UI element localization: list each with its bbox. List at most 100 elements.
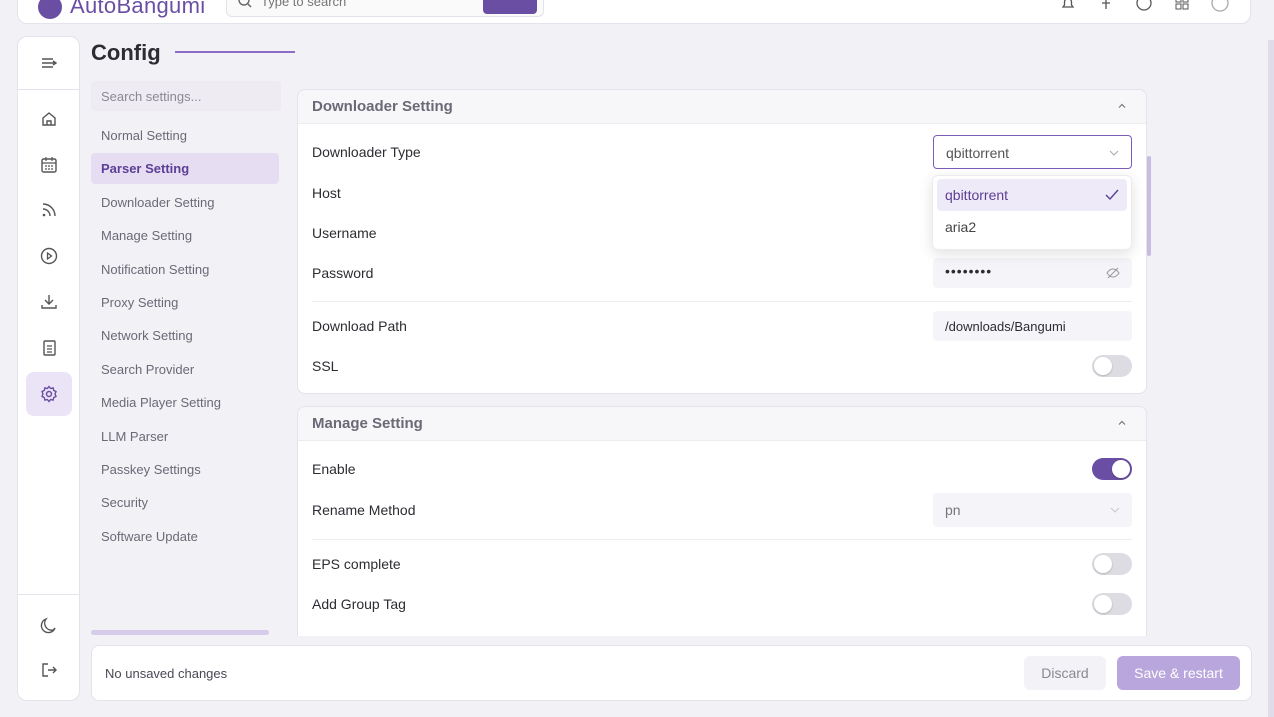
downloader-card-title: Downloader Setting bbox=[312, 98, 453, 115]
dropdown-option-qbittorrent[interactable]: qbittorrent bbox=[937, 179, 1127, 211]
settings-nav-passkey[interactable]: Passkey Settings bbox=[91, 454, 279, 485]
page-title: Config bbox=[91, 40, 161, 65]
settings-nav: Normal Setting Parser Setting Downloader… bbox=[91, 120, 279, 554]
add-group-tag-toggle[interactable] bbox=[1092, 593, 1132, 615]
top-bar: AutoBangumi bbox=[17, 0, 1251, 24]
settings-nav-downloader[interactable]: Downloader Setting bbox=[91, 187, 279, 218]
downloader-type-select[interactable]: qbittorrent bbox=[933, 135, 1132, 169]
settings-nav-scrollbar[interactable] bbox=[91, 630, 269, 635]
eps-complete-label: EPS complete bbox=[312, 556, 401, 572]
settings-nav-security[interactable]: Security bbox=[91, 487, 279, 518]
info-icon[interactable] bbox=[1134, 0, 1154, 13]
nav-log[interactable] bbox=[26, 326, 72, 370]
settings-nav-media-player[interactable]: Media Player Setting bbox=[91, 387, 279, 418]
discard-button[interactable]: Discard bbox=[1024, 656, 1106, 690]
ssl-toggle[interactable] bbox=[1092, 355, 1132, 377]
download-path-value: /downloads/Bangumi bbox=[945, 319, 1066, 334]
save-bar: No unsaved changes Discard Save & restar… bbox=[91, 645, 1252, 701]
nav-rss[interactable] bbox=[26, 188, 72, 232]
download-path-label: Download Path bbox=[312, 318, 407, 334]
app-name: AutoBangumi bbox=[70, 0, 206, 18]
rss-icon bbox=[42, 203, 56, 217]
password-value: •••••••• bbox=[945, 263, 993, 279]
moon-icon bbox=[40, 617, 56, 634]
ssl-row: SSL bbox=[312, 349, 1132, 383]
downloader-type-row: Downloader Type qbittorrent bbox=[312, 135, 1132, 169]
settings-nav-llm-parser[interactable]: LLM Parser bbox=[91, 421, 279, 452]
manage-setting-card: Manage Setting Enable Rename Method pn E… bbox=[297, 406, 1147, 636]
global-search-input[interactable] bbox=[261, 0, 461, 9]
dropdown-option-label: qbittorrent bbox=[945, 187, 1009, 203]
app-logo bbox=[38, 0, 62, 19]
logout-icon bbox=[42, 663, 57, 677]
chevron-up-icon[interactable] bbox=[1116, 100, 1128, 112]
settings-nav-network[interactable]: Network Setting bbox=[91, 320, 279, 351]
dropdown-option-aria2[interactable]: aria2 bbox=[937, 211, 1127, 243]
username-label: Username bbox=[312, 225, 377, 241]
content-scrollbar[interactable] bbox=[1147, 156, 1151, 256]
settings-nav-normal[interactable]: Normal Setting bbox=[91, 120, 279, 151]
title-underline bbox=[175, 51, 295, 53]
enable-toggle[interactable] bbox=[1092, 458, 1132, 480]
downloader-card-header[interactable]: Downloader Setting bbox=[298, 90, 1146, 124]
search-icon bbox=[238, 0, 252, 8]
password-row: Password •••••••• bbox=[312, 256, 1132, 290]
nav-config[interactable] bbox=[26, 372, 72, 416]
settings-search-input[interactable] bbox=[91, 81, 281, 111]
chevron-down-icon bbox=[1110, 507, 1120, 513]
downloader-type-dropdown: qbittorrent aria2 bbox=[932, 175, 1132, 250]
menu-icon bbox=[42, 58, 58, 68]
rename-method-value: pn bbox=[945, 502, 961, 518]
dropdown-option-label: aria2 bbox=[945, 219, 977, 235]
save-restart-button[interactable]: Save & restart bbox=[1117, 656, 1240, 690]
eye-off-icon[interactable] bbox=[1106, 266, 1120, 280]
rename-method-select[interactable]: pn bbox=[933, 493, 1132, 527]
settings-nav-parser[interactable]: Parser Setting bbox=[91, 153, 279, 185]
settings-nav-software-update[interactable]: Software Update bbox=[91, 521, 279, 552]
downloader-type-value: qbittorrent bbox=[946, 145, 1010, 161]
avatar[interactable] bbox=[1210, 0, 1230, 13]
rename-method-label: Rename Method bbox=[312, 502, 416, 518]
settings-nav-proxy[interactable]: Proxy Setting bbox=[91, 287, 279, 318]
host-label: Host bbox=[312, 185, 341, 201]
icon-sidebar bbox=[17, 36, 80, 701]
page-scrollbar[interactable] bbox=[1268, 40, 1274, 717]
log-icon bbox=[43, 340, 56, 356]
grid-icon[interactable] bbox=[1172, 0, 1192, 13]
theme-toggle-button[interactable] bbox=[26, 603, 72, 647]
search-button[interactable] bbox=[483, 0, 537, 14]
logout-button[interactable] bbox=[26, 648, 72, 692]
rename-method-row: Rename Method pn bbox=[312, 493, 1132, 527]
unsaved-status: No unsaved changes bbox=[105, 666, 228, 681]
download-path-input[interactable]: /downloads/Bangumi bbox=[933, 311, 1132, 341]
add-group-tag-label: Add Group Tag bbox=[312, 596, 406, 612]
settings-nav-search-provider[interactable]: Search Provider bbox=[91, 354, 279, 385]
global-search[interactable] bbox=[226, 0, 544, 17]
add-group-tag-row: Add Group Tag bbox=[312, 587, 1132, 621]
settings-nav-notification[interactable]: Notification Setting bbox=[91, 254, 279, 285]
nav-downloader[interactable] bbox=[26, 280, 72, 324]
eps-complete-row: EPS complete bbox=[312, 547, 1132, 581]
bell-icon[interactable] bbox=[1058, 0, 1078, 13]
password-input[interactable]: •••••••• bbox=[933, 258, 1132, 288]
enable-row: Enable bbox=[312, 452, 1132, 486]
password-label: Password bbox=[312, 265, 374, 281]
menu-toggle-button[interactable] bbox=[26, 41, 72, 85]
config-page: Config Normal Setting Parser Setting Dow… bbox=[80, 36, 1270, 636]
calendar-icon bbox=[41, 157, 57, 173]
home-icon bbox=[42, 112, 56, 126]
eps-complete-toggle[interactable] bbox=[1092, 553, 1132, 575]
tool-icon[interactable] bbox=[1096, 0, 1116, 13]
chevron-up-icon[interactable] bbox=[1116, 417, 1128, 429]
downloader-type-label: Downloader Type bbox=[312, 144, 421, 160]
nav-player[interactable] bbox=[26, 234, 72, 278]
nav-calendar[interactable] bbox=[26, 143, 72, 187]
play-icon bbox=[40, 247, 58, 265]
manage-card-title: Manage Setting bbox=[312, 415, 423, 432]
settings-icon bbox=[41, 385, 57, 403]
settings-nav-manage[interactable]: Manage Setting bbox=[91, 220, 279, 251]
nav-home[interactable] bbox=[26, 97, 72, 141]
chevron-down-icon bbox=[1109, 150, 1119, 156]
manage-card-header[interactable]: Manage Setting bbox=[298, 407, 1146, 441]
download-icon bbox=[41, 295, 57, 309]
